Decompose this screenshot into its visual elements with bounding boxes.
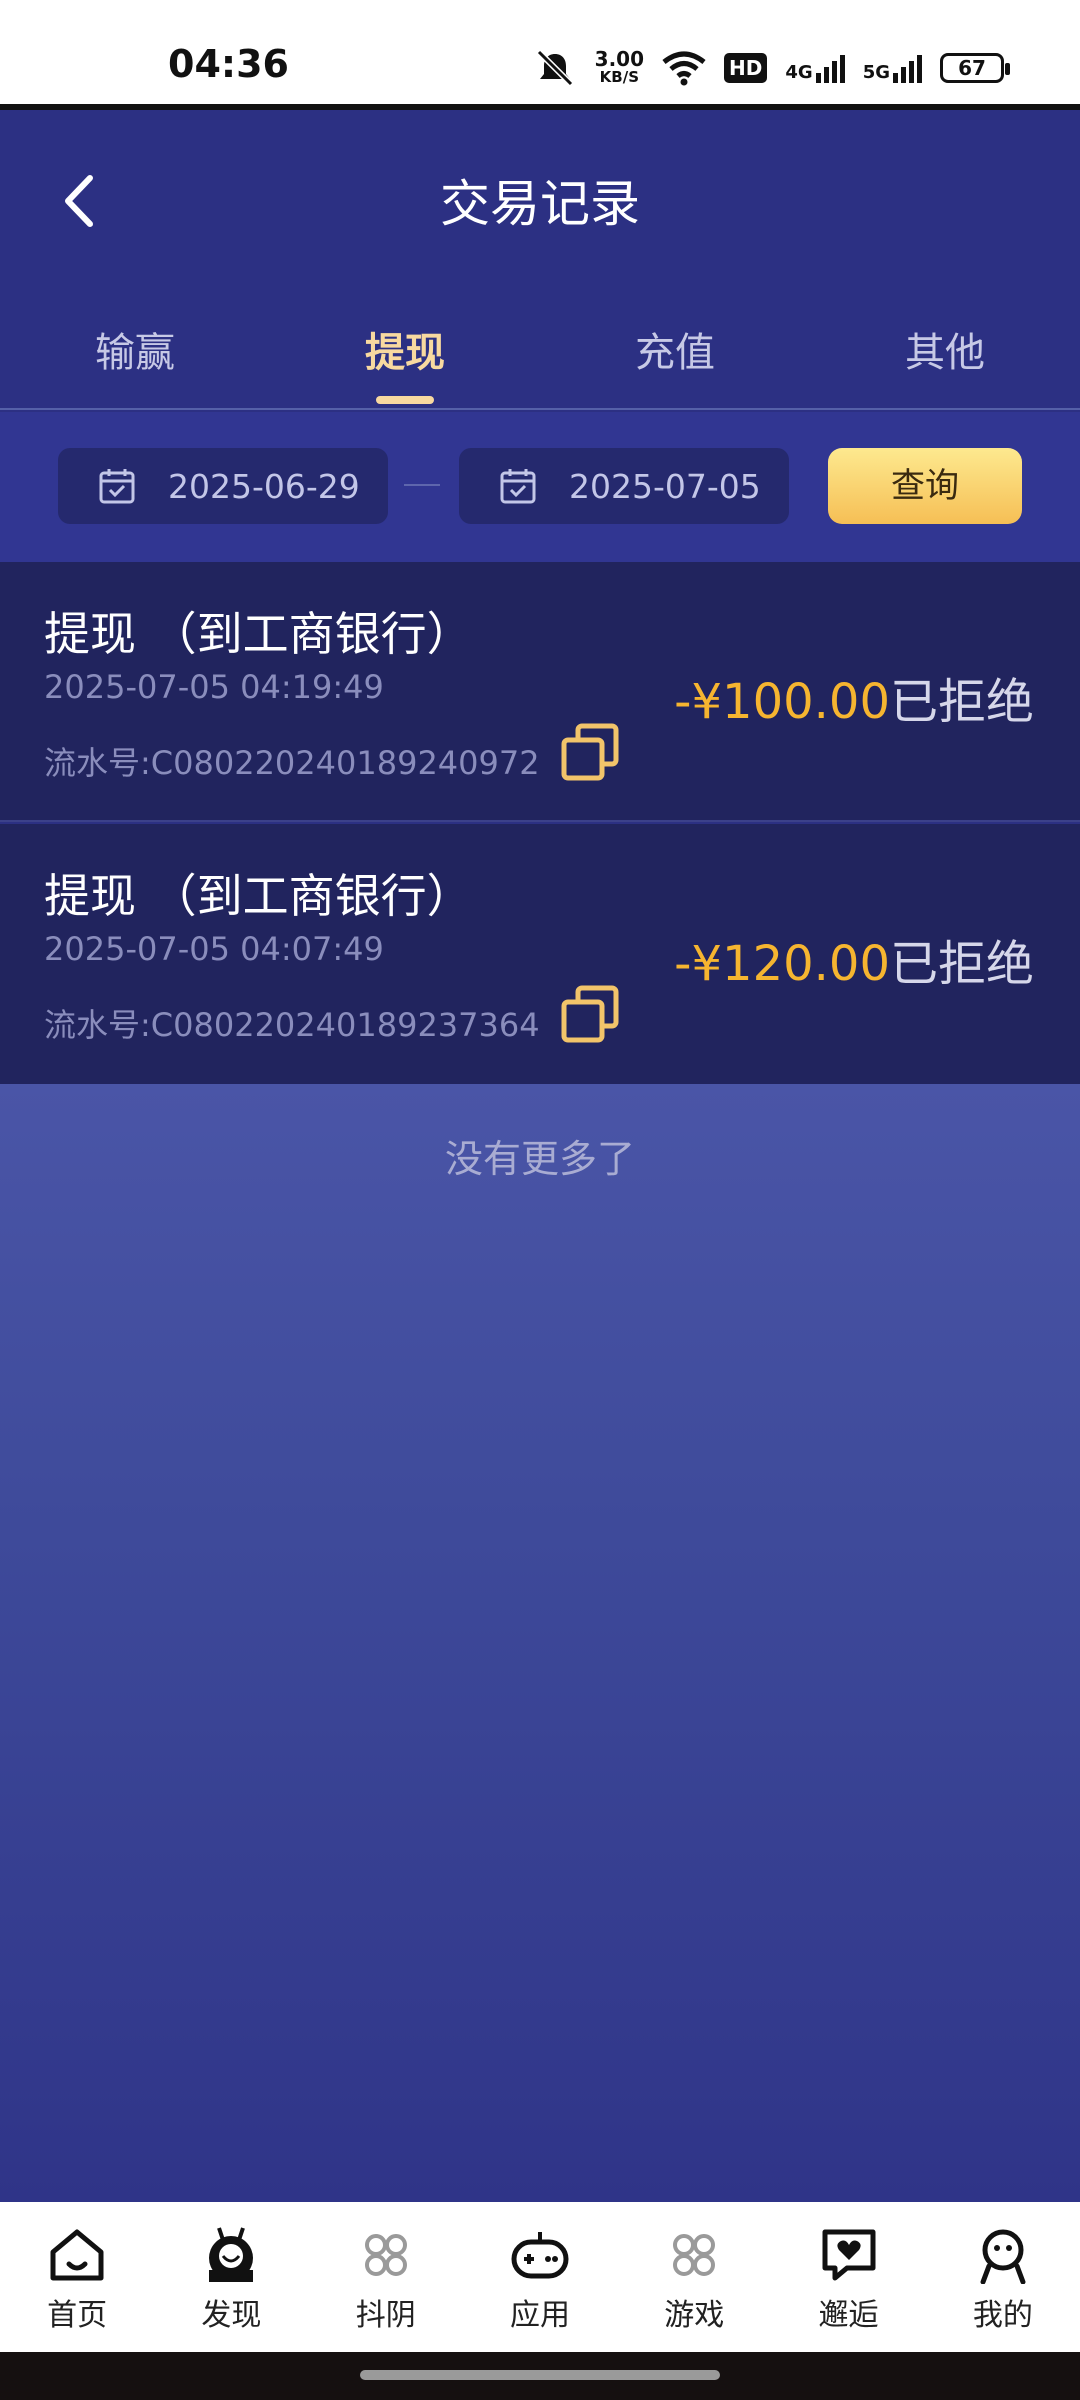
date-range-separator bbox=[404, 484, 440, 486]
query-button[interactable]: 查询 bbox=[828, 448, 1022, 524]
mute-icon bbox=[536, 49, 573, 87]
copy-icon[interactable] bbox=[558, 984, 622, 1048]
end-date-picker[interactable]: 2025-07-05 bbox=[459, 448, 789, 524]
nav-label: 我的 bbox=[972, 2298, 1033, 2333]
home-icon bbox=[50, 2229, 104, 2281]
record-title: 提现 （到工商银行） bbox=[44, 607, 473, 661]
record-time: 2025-07-05 04:07:49 bbox=[44, 930, 384, 968]
calendar-icon bbox=[500, 469, 536, 504]
nav-label: 首页 bbox=[47, 2298, 108, 2333]
home-indicator[interactable] bbox=[360, 2370, 720, 2380]
status-time: 04:36 bbox=[168, 42, 289, 86]
signal-bars-icon bbox=[893, 53, 922, 83]
tab-other[interactable]: 其他 bbox=[810, 286, 1080, 408]
battery-icon: 67 bbox=[940, 53, 1010, 83]
record-status: 已拒绝 bbox=[889, 674, 1034, 730]
signal-4g: 4G bbox=[785, 53, 845, 83]
start-date-picker[interactable]: 2025-06-29 bbox=[58, 448, 388, 524]
grid-icon bbox=[364, 2234, 407, 2276]
nav-label: 游戏 bbox=[664, 2298, 725, 2333]
nav-douyin[interactable]: 抖阴 bbox=[309, 2202, 463, 2352]
gamepad-icon bbox=[511, 2232, 569, 2279]
record-status: 已拒绝 bbox=[889, 936, 1034, 992]
nav-label: 抖阴 bbox=[355, 2298, 416, 2333]
speed-unit: KB/S bbox=[599, 68, 640, 86]
network-speed: 3.00 KB/S bbox=[595, 49, 644, 86]
record-time: 2025-07-05 04:19:49 bbox=[44, 668, 384, 706]
content-background bbox=[0, 1084, 1080, 2204]
tab-bar: 输赢 提现 充值 其他 bbox=[0, 286, 1080, 410]
start-date-value: 2025-06-29 bbox=[168, 466, 360, 506]
nav-label: 邂逅 bbox=[818, 2298, 879, 2333]
record-serial: 流水号:C080220240189240972 bbox=[44, 744, 540, 782]
tab-win-loss[interactable]: 输赢 bbox=[0, 286, 270, 408]
record-amount: -¥100.00 bbox=[674, 674, 890, 730]
calendar-icon bbox=[99, 469, 135, 504]
page-title: 交易记录 bbox=[440, 175, 640, 233]
hd-badge: HD bbox=[724, 53, 768, 83]
header: 交易记录 bbox=[0, 116, 1080, 286]
heart-chat-icon bbox=[822, 2229, 876, 2281]
nav-apps[interactable]: 应用 bbox=[463, 2202, 617, 2352]
copy-icon[interactable] bbox=[558, 722, 622, 786]
list-item[interactable]: 提现 （到工商银行） 2025-07-05 04:07:49 流水号:C0802… bbox=[0, 824, 1080, 1084]
record-amount-status: -¥100.00已拒绝 bbox=[674, 662, 1034, 732]
record-serial: 流水号:C080220240189237364 bbox=[44, 1006, 540, 1044]
tab-withdraw[interactable]: 提现 bbox=[270, 286, 540, 408]
net-label-5g: 5G bbox=[862, 62, 890, 83]
tab-recharge[interactable]: 充值 bbox=[540, 286, 810, 408]
profile-icon bbox=[980, 2229, 1026, 2284]
wifi-icon bbox=[662, 51, 706, 86]
discover-icon bbox=[209, 2227, 254, 2282]
record-amount-status: -¥120.00已拒绝 bbox=[674, 924, 1034, 994]
record-title: 提现 （到工商银行） bbox=[44, 869, 473, 923]
signal-bars-icon bbox=[815, 53, 845, 83]
no-more-text: 没有更多了 bbox=[444, 1137, 635, 1181]
nav-label: 发现 bbox=[201, 2298, 262, 2333]
record-amount: -¥120.00 bbox=[674, 936, 890, 992]
date-filter: 2025-06-29 2025-07-05 查询 bbox=[0, 412, 1080, 562]
nav-games[interactable]: 游戏 bbox=[617, 2202, 771, 2352]
nav-label: 应用 bbox=[509, 2298, 570, 2333]
system-nav-bar bbox=[0, 2352, 1080, 2400]
grid-icon bbox=[673, 2234, 716, 2276]
net-label-4g: 4G bbox=[785, 62, 813, 83]
nav-home[interactable]: 首页 bbox=[0, 2202, 154, 2352]
signal-5g: 5G bbox=[863, 53, 922, 83]
bottom-nav: 首页 发现 抖阴 应用 游戏 邂逅 我的 bbox=[0, 2202, 1080, 2352]
status-bar: 04:36 3.00 KB/S HD 4G 5G 67 bbox=[0, 0, 1080, 110]
nav-mine[interactable]: 我的 bbox=[926, 2202, 1080, 2352]
list-item[interactable]: 提现 （到工商银行） 2025-07-05 04:19:49 流水号:C0802… bbox=[0, 562, 1080, 822]
nav-encounter[interactable]: 邂逅 bbox=[771, 2202, 925, 2352]
nav-discover[interactable]: 发现 bbox=[154, 2202, 308, 2352]
status-icons: 3.00 KB/S HD 4G 5G 67 bbox=[533, 48, 1010, 88]
end-date-value: 2025-07-05 bbox=[569, 466, 761, 506]
